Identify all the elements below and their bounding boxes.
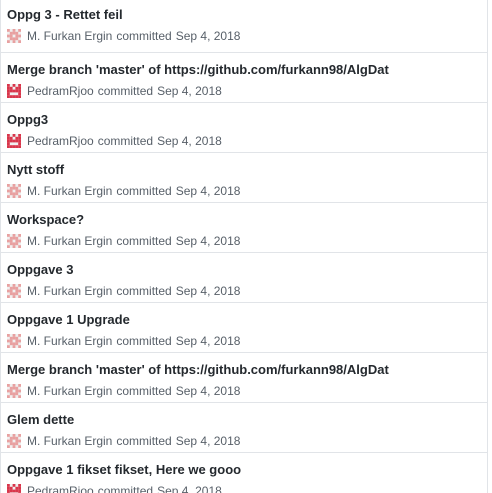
commit-row: Oppg3 PedramRjoo committed Sep 4, 2018: [1, 103, 487, 153]
commit-meta: PedramRjoo committed Sep 4, 2018: [7, 133, 487, 149]
commit-row: Oppgave 1 Upgrade M. Furkan Ergin commit…: [1, 303, 487, 353]
committed-label: committed: [116, 284, 172, 298]
commit-row: Merge branch 'master' of https://github.…: [1, 53, 487, 103]
commit-author-link[interactable]: PedramRjoo: [27, 484, 94, 493]
pedram-avatar-icon[interactable]: [7, 484, 21, 493]
commit-meta: M. Furkan Ergin committed Sep 4, 2018: [7, 383, 487, 399]
commit-author-link[interactable]: M. Furkan Ergin: [27, 284, 112, 298]
commit-row: Glem dette M. Furkan Ergin committed Sep…: [1, 403, 487, 453]
furkan-avatar-icon[interactable]: [7, 384, 21, 398]
commit-row: Oppgave 3 M. Furkan Ergin committed Sep …: [1, 253, 487, 303]
commit-title-link[interactable]: Oppgave 3: [7, 262, 487, 278]
commit-meta: M. Furkan Ergin committed Sep 4, 2018: [7, 433, 487, 449]
commit-title-link[interactable]: Merge branch 'master' of https://github.…: [7, 362, 487, 378]
commit-title-link[interactable]: Glem dette: [7, 412, 487, 428]
commit-meta: M. Furkan Ergin committed Sep 4, 2018: [7, 283, 487, 299]
commit-row: Nytt stoff M. Furkan Ergin committed Sep…: [1, 153, 487, 203]
pedram-avatar-icon[interactable]: [7, 134, 21, 148]
commit-title-link[interactable]: Nytt stoff: [7, 162, 487, 178]
commit-author-link[interactable]: M. Furkan Ergin: [27, 334, 112, 348]
commit-row: Workspace? M. Furkan Ergin committed Sep…: [1, 203, 487, 253]
commit-author-link[interactable]: M. Furkan Ergin: [27, 434, 112, 448]
committed-label: committed: [116, 384, 172, 398]
commit-row: Oppgave 1 fikset fikset, Here we gooo Pe…: [1, 453, 487, 493]
commit-list: Oppg 3 - Rettet feil M. Furkan Ergin com…: [0, 0, 488, 493]
commit-meta: M. Furkan Ergin committed Sep 4, 2018: [7, 183, 487, 199]
commit-title-link[interactable]: Merge branch 'master' of https://github.…: [7, 62, 487, 78]
commit-title-link[interactable]: Oppgave 1 Upgrade: [7, 312, 487, 328]
commit-meta: PedramRjoo committed Sep 4, 2018: [7, 83, 487, 99]
committed-label: committed: [97, 84, 154, 98]
commit-date: Sep 4, 2018: [175, 184, 241, 198]
committed-label: committed: [116, 184, 172, 198]
commit-date: Sep 4, 2018: [175, 334, 241, 348]
furkan-avatar-icon[interactable]: [7, 434, 21, 448]
commit-author-link[interactable]: PedramRjoo: [27, 134, 94, 148]
commit-date: Sep 4, 2018: [157, 484, 222, 493]
commit-date: Sep 4, 2018: [175, 434, 241, 448]
commit-date: Sep 4, 2018: [157, 134, 222, 148]
pedram-avatar-icon[interactable]: [7, 84, 21, 98]
commit-title-link[interactable]: Oppgave 1 fikset fikset, Here we gooo: [7, 462, 487, 478]
commit-title-link[interactable]: Oppg 3 - Rettet feil: [7, 7, 487, 23]
furkan-avatar-icon[interactable]: [7, 284, 21, 298]
commit-title-link[interactable]: Oppg3: [7, 112, 487, 128]
committed-label: committed: [116, 29, 172, 43]
committed-label: committed: [116, 434, 172, 448]
committed-label: committed: [97, 484, 154, 493]
commit-date: Sep 4, 2018: [175, 29, 241, 43]
commit-author-link[interactable]: M. Furkan Ergin: [27, 234, 112, 248]
commit-author-link[interactable]: M. Furkan Ergin: [27, 384, 112, 398]
commit-date: Sep 4, 2018: [175, 234, 241, 248]
commit-date: Sep 4, 2018: [157, 84, 222, 98]
committed-label: committed: [97, 134, 154, 148]
commit-author-link[interactable]: PedramRjoo: [27, 84, 94, 98]
commit-author-link[interactable]: M. Furkan Ergin: [27, 29, 112, 43]
commit-title-link[interactable]: Workspace?: [7, 212, 487, 228]
commit-meta: M. Furkan Ergin committed Sep 4, 2018: [7, 28, 487, 44]
commit-meta: PedramRjoo committed Sep 4, 2018: [7, 483, 487, 493]
commit-author-link[interactable]: M. Furkan Ergin: [27, 184, 112, 198]
commit-meta: M. Furkan Ergin committed Sep 4, 2018: [7, 233, 487, 249]
commit-date: Sep 4, 2018: [175, 284, 241, 298]
commit-meta: M. Furkan Ergin committed Sep 4, 2018: [7, 333, 487, 349]
committed-label: committed: [116, 234, 172, 248]
commit-row: Merge branch 'master' of https://github.…: [1, 353, 487, 403]
commit-date: Sep 4, 2018: [175, 384, 241, 398]
commit-row: Oppg 3 - Rettet feil M. Furkan Ergin com…: [1, 0, 487, 53]
furkan-avatar-icon[interactable]: [7, 29, 21, 43]
furkan-avatar-icon[interactable]: [7, 234, 21, 248]
furkan-avatar-icon[interactable]: [7, 334, 21, 348]
furkan-avatar-icon[interactable]: [7, 184, 21, 198]
committed-label: committed: [116, 334, 172, 348]
